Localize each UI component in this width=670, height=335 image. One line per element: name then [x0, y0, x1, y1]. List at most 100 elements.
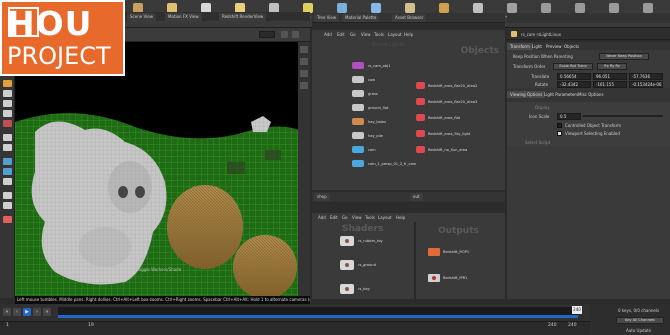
- object-node[interactable]: [352, 76, 364, 83]
- start-frame[interactable]: 1: [6, 323, 9, 328]
- object-node[interactable]: [352, 146, 364, 153]
- view-tool-icon[interactable]: [3, 144, 12, 151]
- last-frame-button[interactable]: »: [43, 308, 51, 316]
- select-tool-icon[interactable]: [3, 80, 12, 87]
- section-tabs: Viewing Options Light Parameters Misc Op…: [507, 88, 670, 102]
- menu-add[interactable]: Add: [324, 32, 332, 37]
- menu-help[interactable]: Help: [404, 32, 413, 37]
- shelf-tool-icon: [609, 3, 619, 13]
- rotate-z-field[interactable]: -0.153424e-06: [629, 81, 663, 88]
- menu-edit[interactable]: Edit: [337, 32, 345, 37]
- lower-menu-layout[interactable]: Layout: [378, 215, 392, 220]
- shaders-network[interactable]: Shaders rs_rubber_toy rs_ground rs_hay: [312, 222, 415, 299]
- range-end-frame[interactable]: 240: [548, 323, 557, 328]
- lower-menu-go[interactable]: Go: [342, 215, 348, 220]
- object-node[interactable]: [352, 90, 364, 97]
- lower-menu-tools[interactable]: Tools: [365, 215, 375, 220]
- shader-node[interactable]: [340, 260, 354, 270]
- translate-z-field[interactable]: -57.7636: [629, 73, 663, 80]
- shader-node[interactable]: [340, 284, 354, 294]
- current-frame[interactable]: 19: [88, 323, 94, 328]
- view-persp-menu[interactable]: [259, 31, 275, 38]
- visibility-icon[interactable]: [300, 58, 308, 65]
- light-node[interactable]: [416, 98, 425, 105]
- tab-misc-options[interactable]: Misc Options: [575, 91, 607, 98]
- snap-point-icon[interactable]: [3, 168, 12, 175]
- move-tool-icon[interactable]: [3, 90, 12, 97]
- rotate-y-field[interactable]: -161.155: [593, 81, 627, 88]
- rotate-tool-icon[interactable]: [3, 100, 12, 107]
- tab-motion-fx[interactable]: Motion FX View: [165, 13, 202, 21]
- menu-layout[interactable]: Layout: [388, 32, 402, 37]
- 3d-viewport[interactable]: [15, 42, 307, 297]
- snap-icon[interactable]: [300, 46, 308, 53]
- object-node[interactable]: [352, 104, 364, 111]
- handle-tool-icon[interactable]: [3, 134, 12, 141]
- timeline-range-bar[interactable]: [58, 315, 578, 318]
- lower-menu-add[interactable]: Add: [318, 215, 326, 220]
- auto-update[interactable]: Auto Update: [626, 328, 651, 333]
- tab-viewing-options[interactable]: Viewing Options: [507, 91, 546, 98]
- camera-lock-icon[interactable]: [3, 192, 12, 199]
- light-link-icon[interactable]: [3, 202, 12, 209]
- play-button[interactable]: ▶: [23, 308, 31, 316]
- translate-y-field[interactable]: 96.051: [593, 73, 627, 80]
- shelf-tool-icon: [541, 3, 551, 13]
- transform-params: Keep Position When Parenting Never Keep …: [507, 50, 670, 88]
- icon-scale-field[interactable]: 0.5: [557, 113, 581, 120]
- object-node[interactable]: [352, 118, 364, 125]
- light-node[interactable]: [416, 130, 425, 137]
- object-node[interactable]: [352, 62, 364, 69]
- prev-frame-button[interactable]: ‹: [13, 308, 21, 316]
- tab-asset-browser[interactable]: Asset Browser: [392, 14, 427, 22]
- tab-material-palette[interactable]: Material Palette: [342, 14, 380, 22]
- light-node[interactable]: [416, 114, 425, 121]
- viewport-checkbox[interactable]: [557, 131, 562, 136]
- lower-menu-help[interactable]: Help: [396, 215, 405, 220]
- menu-go[interactable]: Go: [350, 32, 356, 37]
- record-icon[interactable]: [3, 216, 12, 223]
- shelf-tool-icon: [405, 3, 415, 13]
- keep-position-select[interactable]: Never Keep Position: [599, 53, 649, 60]
- transform-order-select[interactable]: Scale Rot Trans: [553, 63, 593, 70]
- tab-shop[interactable]: shop: [314, 193, 330, 201]
- tab-objects[interactable]: Objects: [561, 43, 582, 50]
- shader-node[interactable]: [340, 236, 354, 246]
- scale-tool-icon[interactable]: [3, 110, 12, 117]
- tab-out[interactable]: out: [410, 193, 423, 201]
- rotation-order-select[interactable]: Rx Ry Rz: [597, 63, 627, 70]
- lower-menu-view[interactable]: View: [352, 215, 362, 220]
- pose-tool-icon[interactable]: [3, 120, 12, 127]
- icon-scale-slider[interactable]: [583, 115, 663, 117]
- light-node[interactable]: [416, 82, 425, 89]
- snap-grid-icon[interactable]: [3, 158, 12, 165]
- key-all-button[interactable]: Key All Channels: [616, 317, 664, 324]
- viewing-options-params: Display Icon Scale 0.5 Controlled Object…: [507, 102, 670, 146]
- display-options-icon[interactable]: [292, 31, 299, 38]
- ghost-icon[interactable]: [300, 82, 308, 89]
- camera-icon[interactable]: [281, 31, 288, 38]
- tab-tree-view[interactable]: Tree View: [314, 14, 340, 22]
- end-frame-marker[interactable]: 240: [572, 306, 582, 314]
- lights-icon[interactable]: [300, 70, 308, 77]
- render-region-icon[interactable]: [3, 178, 12, 185]
- first-frame-button[interactable]: «: [3, 308, 11, 316]
- rop-node[interactable]: [428, 248, 440, 256]
- lower-menu-edit[interactable]: Edit: [330, 215, 338, 220]
- lower-menu-bar: Add Edit Go View Tools Layout Help: [312, 213, 505, 222]
- rotate-x-field[interactable]: -32.4342: [557, 81, 591, 88]
- tab-scene-view[interactable]: Scene View: [127, 13, 156, 21]
- network-canvas[interactable]: Objects Scene Lights rs_cam_obj1 cow grass…: [312, 40, 505, 190]
- menu-view[interactable]: View: [361, 32, 371, 37]
- next-frame-button[interactable]: ›: [33, 308, 41, 316]
- menu-tools[interactable]: Tools: [374, 32, 384, 37]
- object-node[interactable]: [352, 160, 364, 167]
- global-end-frame[interactable]: 240: [568, 323, 577, 328]
- viewport-tabs: Scene View Motion FX View Redshift Rende…: [125, 12, 310, 21]
- controlled-checkbox[interactable]: [557, 123, 562, 128]
- outputs-network[interactable]: Outputs Redshift_ROP1 Redshift_IPR1: [416, 222, 505, 299]
- tab-render-view[interactable]: Redshift RenderView: [219, 13, 267, 21]
- translate-x-field[interactable]: 0.56654: [557, 73, 591, 80]
- light-node[interactable]: [416, 146, 425, 153]
- object-node[interactable]: [352, 132, 364, 139]
